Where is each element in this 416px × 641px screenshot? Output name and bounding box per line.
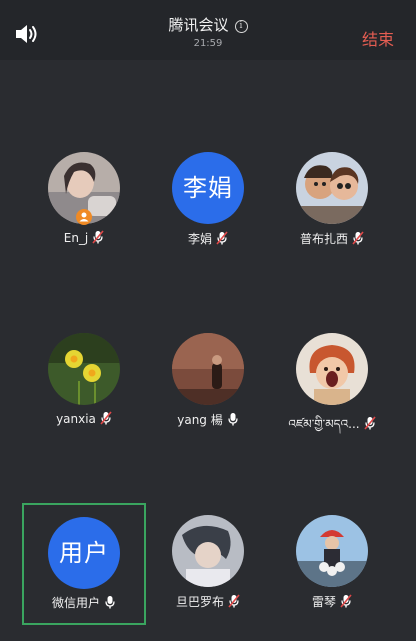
mic-muted-icon [363, 416, 376, 430]
participant-tile-selected[interactable]: 用户 微信用户 [22, 503, 146, 625]
avatar-photo [296, 515, 368, 587]
mic-muted-icon [100, 411, 112, 425]
info-icon[interactable]: i [234, 20, 248, 33]
participant-name: En_j [63, 231, 89, 245]
participant-name: yang 楊 [177, 413, 223, 427]
meeting-header: 腾讯会议 i 21:59 [0, 14, 416, 49]
participant-tile[interactable]: 李娟 李娟 [146, 152, 270, 274]
participant-tile[interactable]: yang 楊 [146, 333, 270, 455]
mic-active-icon [105, 596, 115, 609]
avatar-photo [296, 333, 368, 405]
end-meeting-button[interactable]: 结束 [362, 26, 394, 50]
participant-name-row: 雷琴 [270, 593, 394, 610]
participant-name-row: 普布扎西 [270, 230, 394, 247]
host-badge-icon [76, 209, 92, 225]
participant-name-row: En_j [22, 230, 146, 245]
mic-muted-icon [352, 231, 364, 245]
avatar-photo [172, 333, 244, 405]
meeting-title: 腾讯会议 [168, 16, 229, 34]
avatar-photo [48, 333, 120, 405]
mic-muted-icon [92, 230, 104, 244]
mic-active-icon [228, 413, 238, 426]
participant-tile[interactable]: འཛམ་གྱི་མདའ... [270, 333, 394, 455]
mic-muted-icon [228, 594, 240, 608]
participant-tile[interactable]: 雷琴 [270, 515, 394, 637]
participant-name-row: 旦巴罗布 [146, 593, 270, 610]
participant-name: yanxia [56, 412, 96, 426]
participant-tile[interactable]: yanxia [22, 333, 146, 455]
avatar-initials: 用户 [48, 517, 120, 589]
participant-name-row: yang 楊 [146, 411, 270, 428]
participant-tile[interactable]: En_j [22, 152, 146, 274]
participant-name: 微信用户 [51, 596, 100, 610]
participant-name: 李娟 [187, 232, 212, 246]
avatar-photo [172, 515, 244, 587]
participant-name: 旦巴罗布 [175, 595, 224, 609]
participant-tile[interactable]: 普布扎西 [270, 152, 394, 274]
avatar-photo [296, 152, 368, 224]
top-bar: 腾讯会议 i 21:59 结束 [0, 0, 416, 60]
participant-tile[interactable]: 旦巴罗布 [146, 515, 270, 637]
mic-muted-icon [216, 231, 228, 245]
participant-name-row: འཛམ་གྱི་མདའ... [270, 411, 394, 445]
meeting-time: 21:59 [193, 38, 223, 49]
participant-name: 雷琴 [311, 595, 336, 609]
participant-name-row: 微信用户 [24, 594, 144, 611]
avatar-initials: 李娟 [172, 152, 244, 224]
participant-name: 普布扎西 [299, 232, 348, 246]
participant-name-row: 李娟 [146, 230, 270, 247]
mic-muted-icon [340, 594, 352, 608]
participant-name: འཛམ་གྱི་མདའ... [288, 417, 360, 431]
participant-name-row: yanxia [22, 411, 146, 426]
